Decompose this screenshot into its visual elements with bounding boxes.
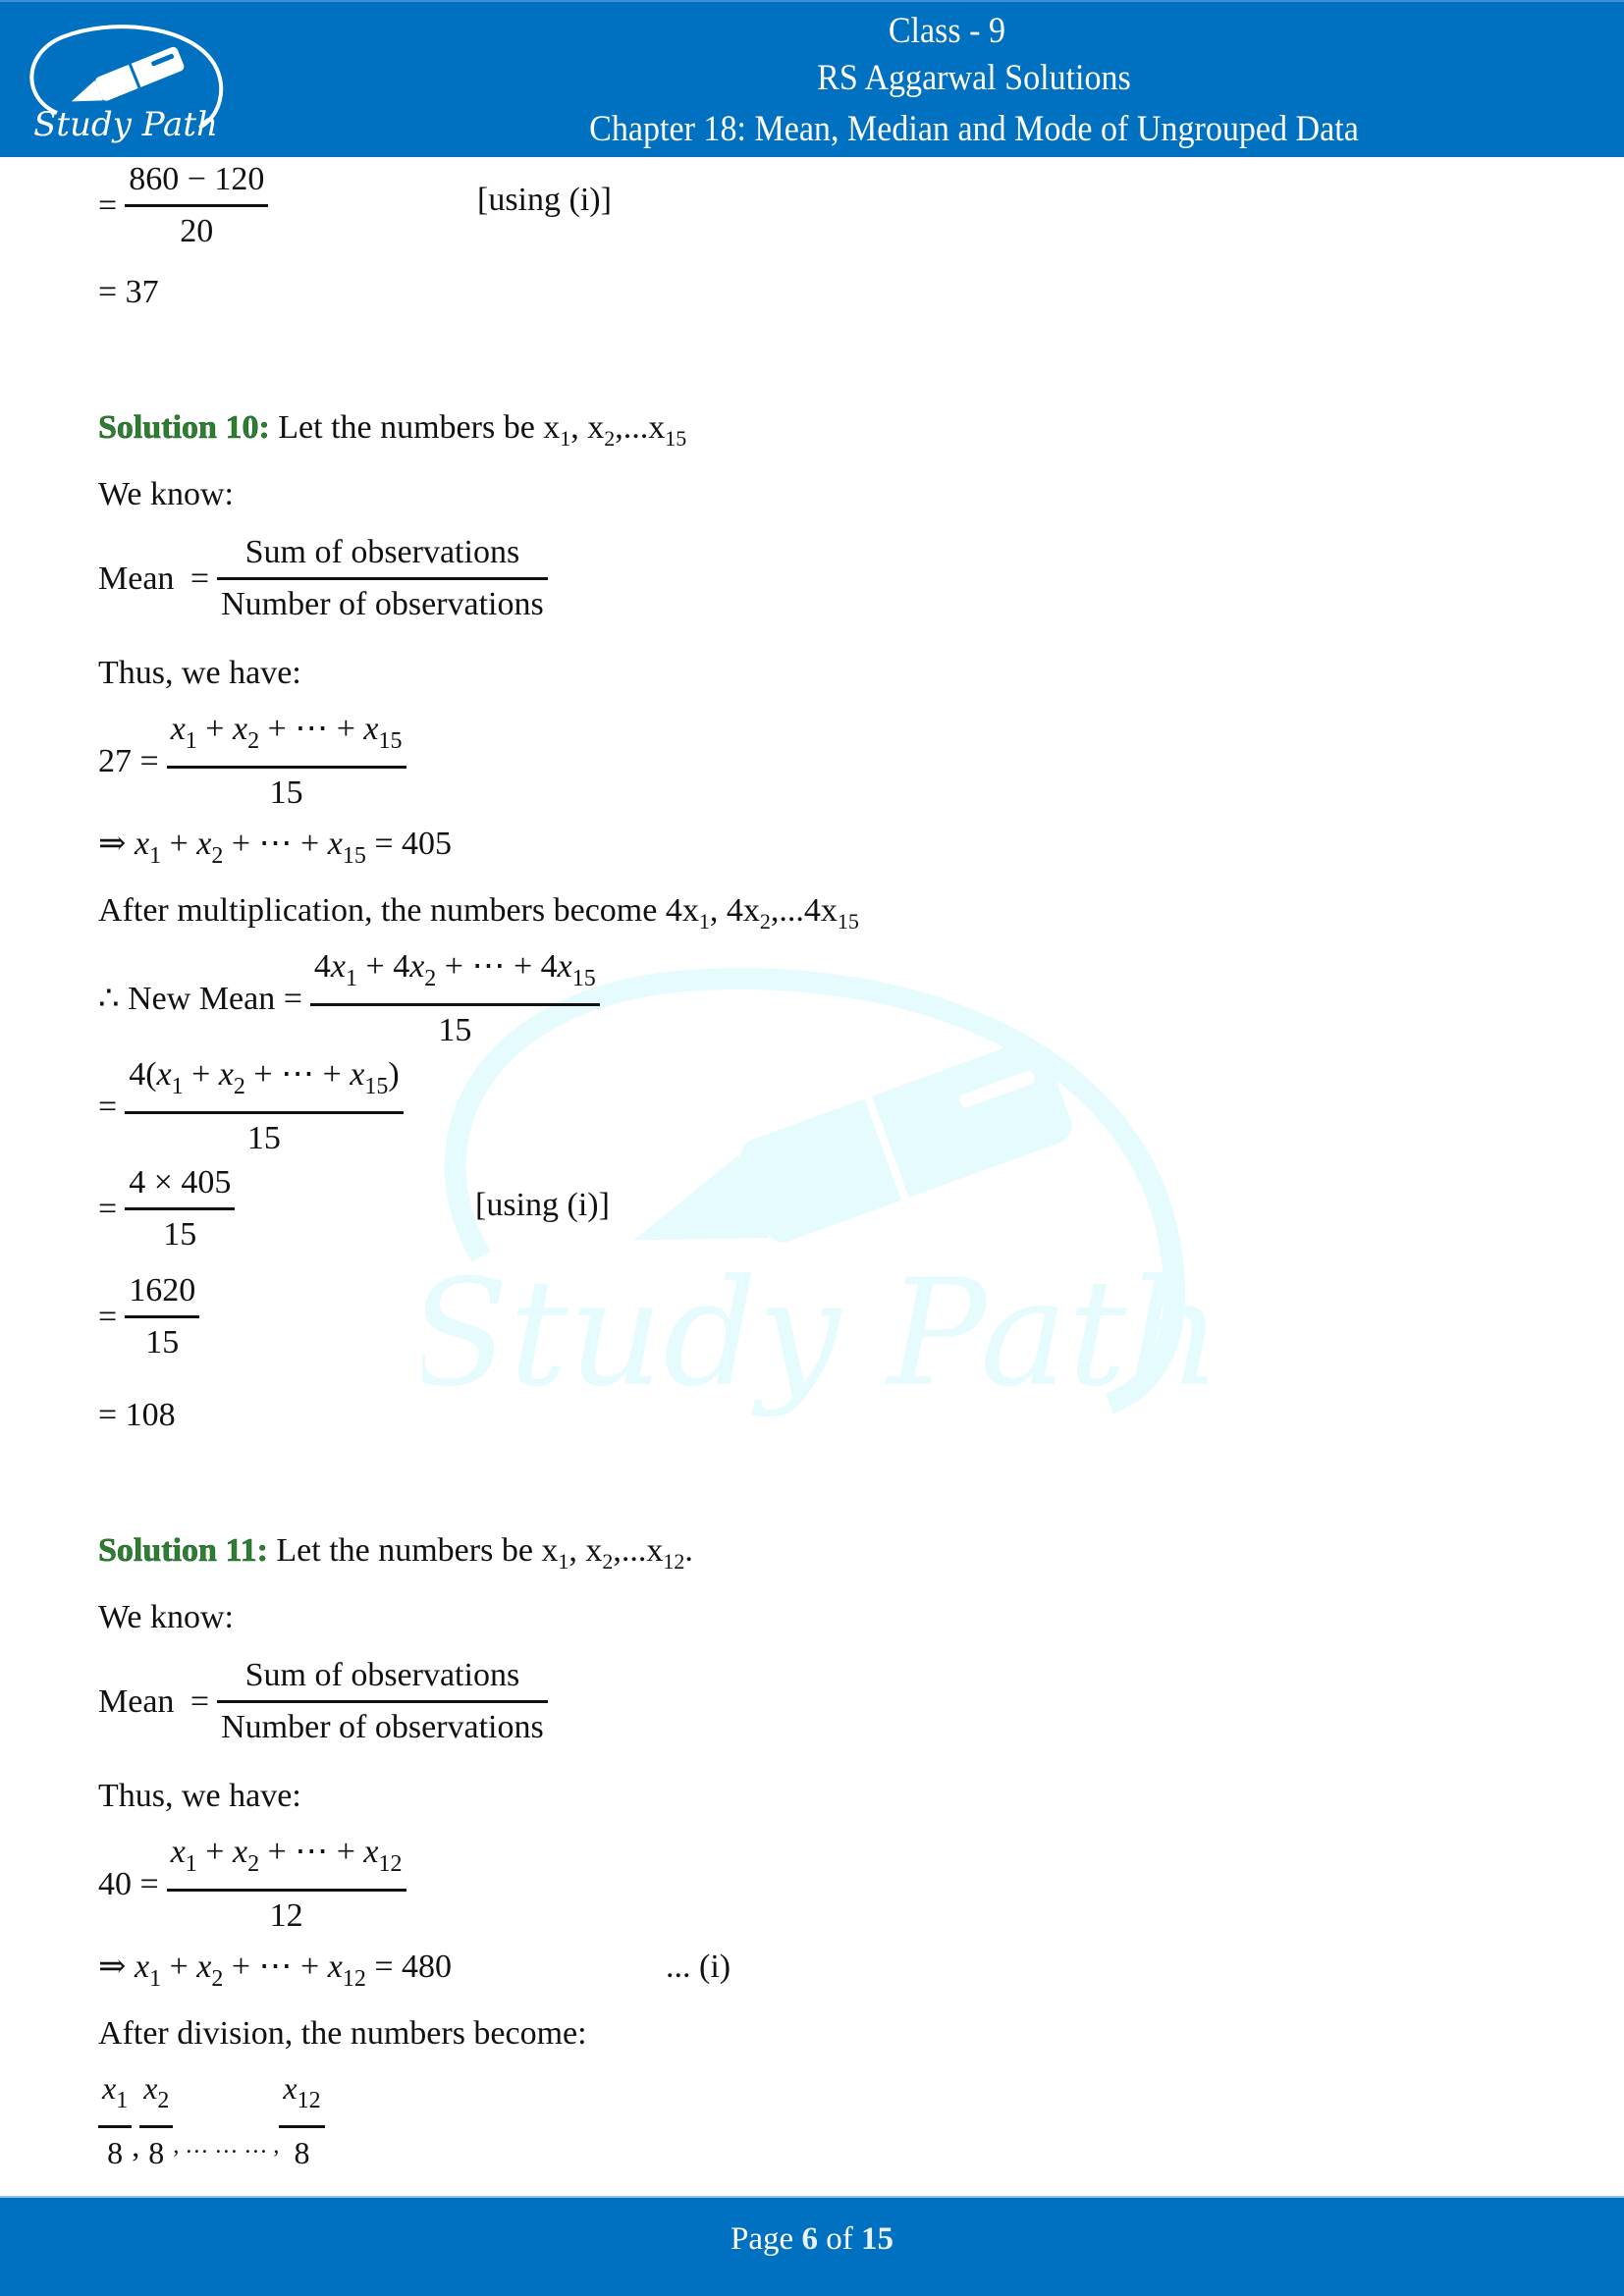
continuation-result: = 37 — [98, 274, 159, 310]
solution-label: Solution 10: — [98, 409, 270, 447]
total-pages: 15 — [860, 2221, 893, 2257]
page-footer: Page 6 of 15 — [0, 2196, 1624, 2296]
new-mean-result: = 108 — [98, 1397, 176, 1433]
fraction: x1 8 — [98, 2065, 133, 2175]
class-title: Class - 9 — [888, 11, 1005, 51]
given-mean-equation: 27 = x1 + x2 + ⋯ + x15 15 — [98, 707, 406, 816]
fraction: 4(x1 + x2 + ⋯ + x15) 15 — [125, 1052, 404, 1161]
solution-10-heading: Solution 10: Let the numbers be x1, x2,.… — [98, 409, 687, 451]
header-titles: Class - 9 RS Aggarwal Solutions Chapter … — [376, 8, 1572, 153]
fraction: 4x1 + 4x2 + ⋯ + 4x15 15 — [309, 944, 600, 1053]
new-mean-step-4: = 1620 15 — [98, 1268, 200, 1365]
new-mean-equation: ∴ New Mean = 4x1 + 4x2 + ⋯ + 4x15 15 — [98, 944, 600, 1053]
using-note: [using (i)] — [475, 1187, 610, 1223]
equation-reference: ... (i) — [666, 1949, 731, 1985]
fraction: x12 8 — [279, 2065, 325, 2175]
after-multiplication-text: After multiplication, the numbers become… — [98, 892, 859, 934]
we-know-text: We know: — [98, 1599, 234, 1635]
using-note: [using (i)] — [477, 182, 612, 218]
fraction: Sum of observations Number of observatio… — [217, 530, 548, 627]
after-division-text: After division, the numbers become: — [98, 2015, 587, 2052]
we-know-text: We know: — [98, 476, 234, 512]
fraction: x1 + x2 + ⋯ + x12 12 — [166, 1830, 406, 1939]
fraction: x2 8 — [139, 2065, 174, 2175]
thus-text: Thus, we have: — [98, 655, 301, 691]
solution-11-heading: Solution 11: Let the numbers be x1, x2,.… — [98, 1532, 693, 1574]
new-mean-step-2: = 4(x1 + x2 + ⋯ + x15) 15 — [98, 1052, 404, 1161]
page-indicator: Page 6 of 15 — [731, 2221, 893, 2257]
fraction: 860 − 120 20 — [125, 157, 269, 254]
divided-numbers: x1 8 , x2 8 , … … … , x12 8 — [98, 2065, 325, 2175]
new-mean-step-3: = 4 × 405 15 — [98, 1160, 236, 1257]
svg-text:Study Path: Study Path — [422, 1249, 1208, 1419]
given-mean-equation: 40 = x1 + x2 + ⋯ + x12 12 — [98, 1830, 406, 1939]
solution-label: Solution 11: — [98, 1532, 268, 1570]
book-title: RS Aggarwal Solutions — [817, 58, 1131, 98]
fraction: x1 + x2 + ⋯ + x15 15 — [166, 707, 406, 816]
fraction: 4 × 405 15 — [125, 1160, 236, 1257]
sum-equation: ⇒ x1 + x2 + ⋯ + x12 = 480 — [98, 1949, 453, 1992]
mean-formula: Mean = Sum of observations Number of obs… — [98, 530, 548, 627]
fraction: Sum of observations Number of observatio… — [217, 1653, 548, 1750]
fraction: 1620 15 — [125, 1268, 200, 1365]
study-path-logo-icon: Study Path — [29, 25, 224, 144]
thus-text: Thus, we have: — [98, 1778, 301, 1814]
chapter-title: Chapter 18: Mean, Median and Mode of Ung… — [589, 109, 1359, 149]
page-header: Study Path Class - 9 RS Aggarwal Solutio… — [0, 0, 1624, 157]
svg-text:Study Path: Study Path — [33, 105, 218, 144]
continuation-step-1: = 860 − 120 20 — [98, 157, 269, 254]
current-page: 6 — [801, 2221, 818, 2257]
sum-equation: ⇒ x1 + x2 + ⋯ + x15 = 405 — [98, 826, 453, 869]
mean-formula: Mean = Sum of observations Number of obs… — [98, 1653, 548, 1750]
